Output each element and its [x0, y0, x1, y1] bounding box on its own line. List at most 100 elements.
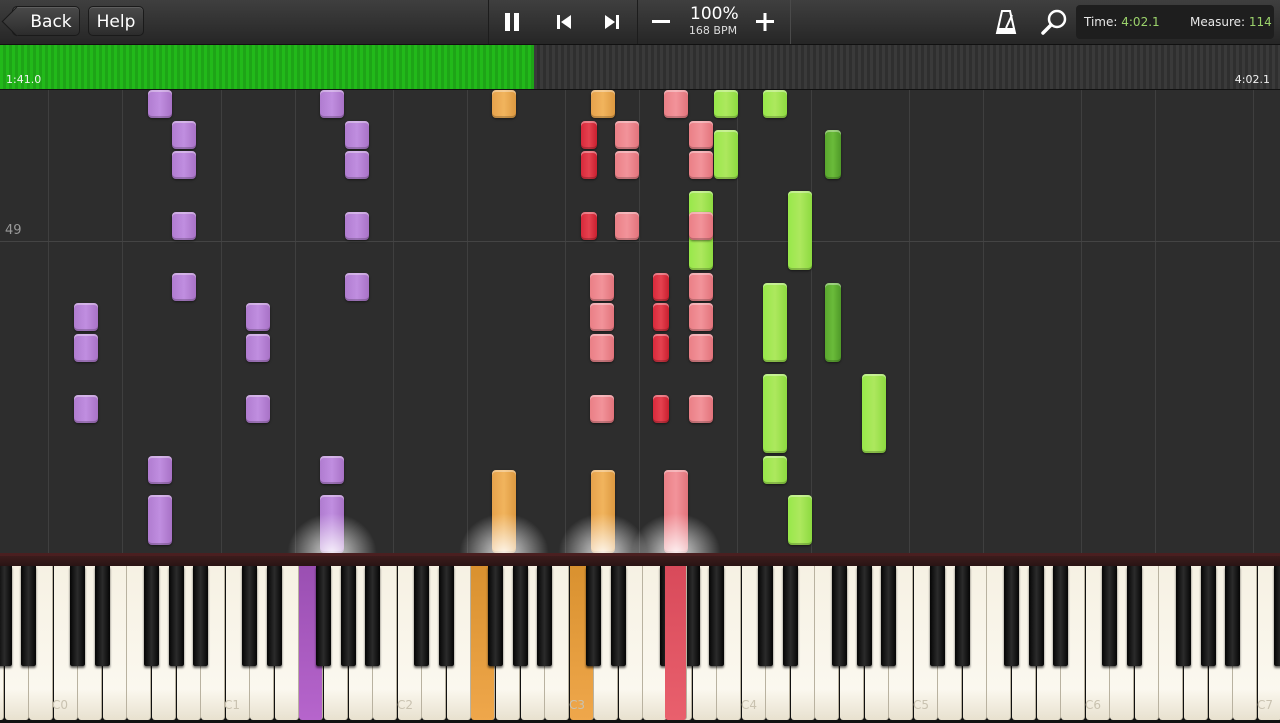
measure-line	[0, 241, 1280, 242]
black-key[interactable]	[70, 566, 86, 666]
grid-line	[48, 90, 49, 553]
black-key[interactable]	[1028, 566, 1044, 666]
note	[172, 212, 196, 240]
note	[345, 151, 369, 179]
note	[689, 121, 713, 149]
toolbar: Back Help 100% 168 BPM Time: 4:02.1 Meas…	[0, 0, 1280, 45]
grid-line	[122, 90, 123, 553]
piano-keyboard[interactable]: C0 C1 C2 C3 C4 C5 C6 C7	[0, 553, 1280, 723]
grid-line	[565, 90, 566, 553]
black-key[interactable]	[782, 566, 798, 666]
note	[825, 283, 841, 362]
note	[763, 374, 787, 453]
black-key[interactable]	[315, 566, 331, 666]
black-key[interactable]	[487, 566, 503, 666]
black-key[interactable]	[168, 566, 184, 666]
black-key[interactable]	[1175, 566, 1191, 666]
keyboard-top-rail	[0, 556, 1280, 566]
black-key[interactable]	[512, 566, 528, 666]
black-key[interactable]	[930, 566, 946, 666]
black-key[interactable]	[954, 566, 970, 666]
black-key[interactable]	[831, 566, 847, 666]
note	[320, 90, 344, 118]
black-key[interactable]	[856, 566, 872, 666]
black-key[interactable]	[709, 566, 725, 666]
song-progress-bar[interactable]: 1:41.0 4:02.1	[0, 45, 1280, 90]
black-key[interactable]	[1274, 566, 1280, 666]
black-key[interactable]	[94, 566, 110, 666]
black-key[interactable]	[1053, 566, 1069, 666]
skip-forward-button[interactable]	[589, 0, 635, 44]
black-key[interactable]	[143, 566, 159, 666]
note	[590, 334, 614, 362]
black-key[interactable]	[1225, 566, 1241, 666]
note	[825, 130, 841, 179]
note	[345, 273, 369, 301]
black-key[interactable]	[881, 566, 897, 666]
pause-button[interactable]	[489, 0, 535, 44]
black-key[interactable]	[537, 566, 553, 666]
skip-back-button[interactable]	[541, 0, 587, 44]
minus-icon	[652, 20, 670, 23]
octave-label: C4	[741, 698, 758, 712]
note	[320, 456, 344, 484]
info-panel: Time: 4:02.1 Measure: 114	[1076, 5, 1274, 39]
note	[653, 303, 669, 331]
note	[788, 495, 812, 545]
note	[591, 90, 615, 118]
note	[689, 212, 713, 240]
black-key[interactable]	[193, 566, 209, 666]
note	[345, 212, 369, 240]
skip-forward-icon	[605, 15, 619, 29]
note	[590, 395, 614, 423]
zoom-button[interactable]	[1031, 0, 1077, 44]
speed-percent: 100%	[690, 4, 739, 24]
black-key[interactable]	[610, 566, 626, 666]
note	[148, 495, 172, 545]
black-key[interactable]	[1200, 566, 1216, 666]
black-key[interactable]	[365, 566, 381, 666]
help-button[interactable]: Help	[88, 6, 144, 36]
note	[653, 334, 669, 362]
black-key[interactable]	[266, 566, 282, 666]
black-key[interactable]	[414, 566, 430, 666]
black-key[interactable]	[0, 566, 12, 666]
tempo-bpm: 168 BPM	[688, 24, 738, 37]
black-key[interactable]	[340, 566, 356, 666]
speed-up-button[interactable]	[742, 0, 788, 44]
note	[148, 456, 172, 484]
black-key[interactable]	[1102, 566, 1118, 666]
plus-icon	[756, 13, 774, 31]
note	[172, 273, 196, 301]
pressed-key[interactable]	[665, 566, 687, 720]
black-key[interactable]	[586, 566, 602, 666]
black-key[interactable]	[1126, 566, 1142, 666]
key-hit-glow	[287, 513, 377, 553]
black-key[interactable]	[21, 566, 37, 666]
search-icon	[1041, 9, 1067, 35]
metronome-button[interactable]	[983, 0, 1029, 44]
black-key[interactable]	[242, 566, 258, 666]
speed-down-button[interactable]	[638, 0, 684, 44]
grid-line	[811, 90, 812, 553]
metronome-icon	[995, 10, 1017, 34]
note	[615, 121, 639, 149]
time-label: Time:	[1084, 15, 1118, 29]
time-readout: Time: 4:02.1	[1084, 5, 1160, 39]
black-key[interactable]	[758, 566, 774, 666]
octave-label: C5	[913, 698, 930, 712]
grid-line	[467, 90, 468, 553]
note	[74, 395, 98, 423]
black-key[interactable]	[438, 566, 454, 666]
note	[653, 395, 669, 423]
skip-back-icon	[557, 15, 571, 29]
pause-icon	[505, 13, 519, 31]
note	[74, 334, 98, 362]
note	[689, 273, 713, 301]
measure-label: Measure:	[1190, 15, 1246, 29]
back-button[interactable]: Back	[12, 6, 80, 36]
measure-value: 114	[1248, 15, 1272, 29]
note	[653, 273, 669, 301]
black-key[interactable]	[1003, 566, 1019, 666]
measure-readout: Measure: 114	[1190, 5, 1272, 39]
